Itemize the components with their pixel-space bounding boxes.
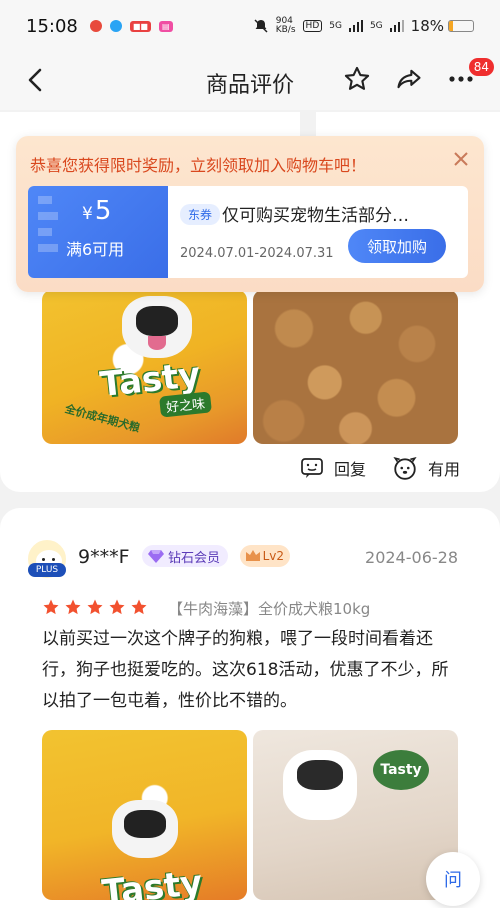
pack-brand: Tasty (100, 862, 205, 900)
coupon-amount: ¥5 (82, 196, 111, 226)
coupon-value-panel: ¥5 满6可用 (28, 186, 168, 278)
dog-illustration (112, 800, 178, 858)
more-button[interactable]: 84 (446, 58, 494, 94)
dog-illustration (122, 296, 192, 358)
level-label: Lv2 (262, 549, 284, 563)
member-label: 钻石会员 (168, 550, 221, 566)
coupon-decoration-icon (38, 196, 58, 252)
plus-badge: PLUS (28, 563, 66, 577)
rating-stars (42, 598, 148, 616)
favorite-button[interactable] (342, 64, 372, 94)
popup-message: 恭喜您获得限时奖励，立刻领取加入购物车吧！ (30, 156, 367, 175)
star-outline-icon (344, 66, 370, 90)
review-text: 以前买过一次这个牌子的狗粮，喂了一段时间看着还行，狗子也挺爱吃的。这次618活动… (42, 629, 449, 711)
share-button[interactable] (394, 64, 424, 94)
star-filled-icon (109, 599, 125, 615)
ask-question-button[interactable]: 问 (426, 852, 480, 906)
diamond-icon (148, 550, 164, 563)
coupon-amount-value: 5 (94, 196, 112, 226)
battery-percent: 18% (410, 17, 444, 35)
member-badge: 钻石会员 (142, 545, 229, 567)
star-filled-icon (65, 599, 81, 615)
news-app-icon: ■■ (129, 20, 151, 32)
star-filled-icon (87, 599, 103, 615)
pack-brand-cn: 好之味 (159, 391, 212, 418)
net-speed-unit: KB/s (275, 25, 296, 35)
coupon-currency: ¥ (82, 204, 93, 224)
pack-brand-logo: Tasty (373, 750, 429, 790)
share-arrow-icon (397, 69, 421, 89)
popup-close-button[interactable] (452, 150, 470, 168)
star-filled-icon (131, 599, 147, 615)
review-1-actions: 回复 有用 (300, 455, 460, 481)
close-icon (454, 152, 468, 166)
coupon-description: 仅可购买宠物生活部分… (222, 206, 409, 226)
helpful-button[interactable]: 有用 (392, 455, 460, 481)
battery-icon (448, 20, 474, 32)
mute-bell-icon (254, 19, 268, 33)
review-date: 2024-06-28 (365, 548, 458, 567)
hd-indicator: HD (302, 20, 323, 32)
more-dots-icon (449, 76, 473, 82)
helpful-dog-icon (393, 456, 417, 480)
username: 9***F (78, 546, 130, 568)
review-image-2[interactable] (253, 290, 458, 444)
review-2-image-1[interactable]: Tasty (42, 730, 247, 900)
signal-2-label: 5G (369, 21, 383, 31)
pack-text: 全价成年期犬粮 (63, 402, 142, 435)
nav-header: 商品评价 84 (0, 52, 500, 110)
review-image-1[interactable]: Tasty 好之味 全价成年期犬粮 (42, 290, 247, 444)
coupon-condition: 满6可用 (66, 240, 125, 259)
status-time: 15:08 (26, 15, 78, 37)
claim-coupon-button[interactable]: 领取加购 (348, 229, 446, 263)
coupon-card: ¥5 满6可用 东券 仅可购买宠物生活部分… 2024.07.01-2024.0… (28, 186, 468, 278)
signal-bars-icon (348, 20, 363, 32)
nav-actions: 84 (342, 58, 494, 94)
status-app-icons: ■■ ▤ (89, 20, 173, 32)
reply-bubble-icon (301, 458, 323, 478)
helpful-label: 有用 (427, 460, 460, 479)
app-notification-icon (89, 20, 102, 32)
qq-icon (109, 20, 122, 32)
star-filled-icon (43, 599, 59, 615)
battery-indicator: 18% (411, 17, 474, 35)
status-bar: 15:08 ■■ ▤ 904 KB/s HD 5G 5G 18% (0, 0, 500, 52)
reply-button[interactable]: 回复 (300, 456, 366, 480)
coupon-tag: 东券 (180, 204, 221, 225)
level-badge: Lv2 (240, 545, 290, 567)
level-crown-icon (246, 550, 260, 561)
chevron-left-icon (28, 68, 42, 92)
status-indicators: 904 KB/s HD 5G 5G 18% (253, 17, 474, 35)
back-button[interactable] (22, 66, 50, 94)
card-separator (300, 112, 316, 138)
reward-popup: 恭喜您获得限时奖励，立刻领取加入购物车吧！ ¥5 满6可用 东券 仅可购买宠物生… (16, 136, 484, 292)
shopping-app-icon: ▤ (159, 20, 173, 32)
battery-fill (449, 21, 454, 31)
net-speed: 904 KB/s (276, 17, 296, 35)
message-count-badge: 84 (468, 58, 494, 76)
product-spec: 【牛肉海藻】全价成犬粮10kg (168, 600, 371, 618)
signal-1-label: 5G (329, 21, 342, 31)
signal-bars-icon (389, 20, 404, 32)
coupon-date-range: 2024.07.01-2024.07.31 (180, 246, 334, 261)
reply-label: 回复 (333, 460, 366, 479)
dog-illustration (283, 750, 357, 820)
